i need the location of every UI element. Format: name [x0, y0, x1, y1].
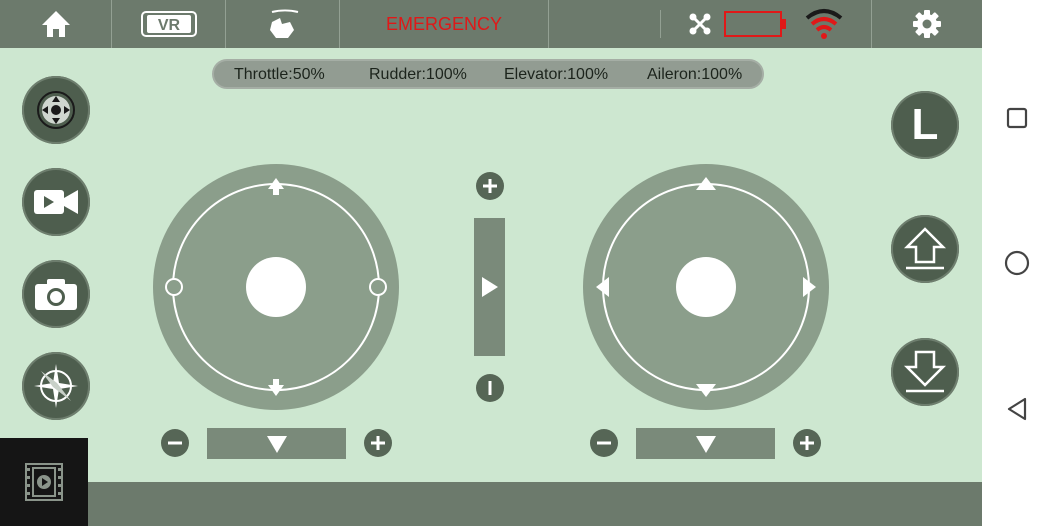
emergency-label: EMERGENCY: [385, 13, 502, 34]
plus-icon: [483, 179, 497, 193]
speed-plus-button[interactable]: [476, 172, 504, 200]
down-triangle-icon: [266, 435, 287, 453]
wifi-icon: [805, 9, 843, 39]
video-camera-icon: [34, 190, 78, 214]
mode-button[interactable]: L: [891, 91, 959, 159]
top-toolbar: VR EMERGENCY: [0, 0, 982, 48]
right-joystick[interactable]: [583, 164, 829, 410]
gesture-icon: [269, 9, 298, 38]
minus-icon: [168, 441, 182, 445]
vr-label: VR: [157, 17, 180, 34]
elevator-readout: Elevator:100%: [504, 66, 609, 83]
plus-icon: [800, 436, 814, 450]
photo-button[interactable]: [22, 260, 90, 328]
compass-button[interactable]: [22, 352, 90, 420]
bottom-bar: [0, 482, 982, 526]
video-record-button[interactable]: [22, 168, 90, 236]
vr-icon: VR: [140, 11, 197, 37]
gyro-icon: [37, 91, 75, 129]
battery-icon: [724, 11, 782, 37]
right-trim-plus-button[interactable]: [793, 429, 821, 457]
speed-level-button[interactable]: [476, 374, 504, 402]
right-trim-minus-button[interactable]: [590, 429, 618, 457]
gesture-button[interactable]: [226, 0, 339, 48]
play-arrow-icon: [481, 277, 498, 297]
vr-button[interactable]: VR: [112, 0, 225, 48]
throttle-readout: Throttle:50%: [234, 66, 325, 83]
minus-icon: [597, 441, 611, 445]
back-icon: [1007, 397, 1027, 421]
rudder-readout: Rudder:100%: [369, 66, 467, 83]
right-joystick-knob[interactable]: [676, 257, 736, 317]
right-trim-bar[interactable]: [636, 428, 775, 459]
recents-button[interactable]: [1006, 107, 1028, 134]
takeoff-arrow-icon: [903, 227, 947, 270]
left-trim-bar[interactable]: [207, 428, 346, 459]
drone-icon: [689, 13, 711, 35]
speed-slider[interactable]: [474, 218, 505, 356]
media-gallery-button[interactable]: [0, 438, 88, 526]
aileron-readout: Aileron:100%: [647, 66, 743, 83]
control-status-bar: Throttle:50% Rudder:100% Elevator:100% A…: [212, 59, 764, 89]
bar-icon: [488, 381, 492, 395]
takeoff-button[interactable]: [891, 215, 959, 283]
land-arrow-icon: [903, 350, 947, 393]
home-icon: [41, 11, 70, 37]
drone-status: [680, 0, 720, 48]
home-nav-button[interactable]: [1004, 250, 1030, 281]
system-navigation-bar: [982, 0, 1052, 526]
left-joystick[interactable]: [153, 164, 399, 410]
back-button[interactable]: [1006, 397, 1028, 426]
left-trim-minus-button[interactable]: [161, 429, 189, 457]
film-play-icon: [25, 463, 63, 501]
wifi-status: [800, 0, 848, 48]
settings-button[interactable]: [872, 0, 982, 48]
emergency-button[interactable]: EMERGENCY: [340, 0, 548, 48]
land-button[interactable]: [891, 338, 959, 406]
gyro-button[interactable]: [22, 76, 90, 144]
compass-icon: [34, 364, 78, 408]
mode-label: L: [911, 100, 939, 149]
plus-icon: [371, 436, 385, 450]
home-circle-icon: [1004, 250, 1030, 276]
home-button[interactable]: [0, 0, 111, 48]
battery-tip: [782, 19, 786, 29]
settings-icon: [913, 10, 941, 38]
photo-camera-icon: [35, 279, 77, 310]
down-triangle-icon: [695, 435, 716, 453]
left-trim-plus-button[interactable]: [364, 429, 392, 457]
left-joystick-knob[interactable]: [246, 257, 306, 317]
recents-icon: [1006, 107, 1028, 129]
